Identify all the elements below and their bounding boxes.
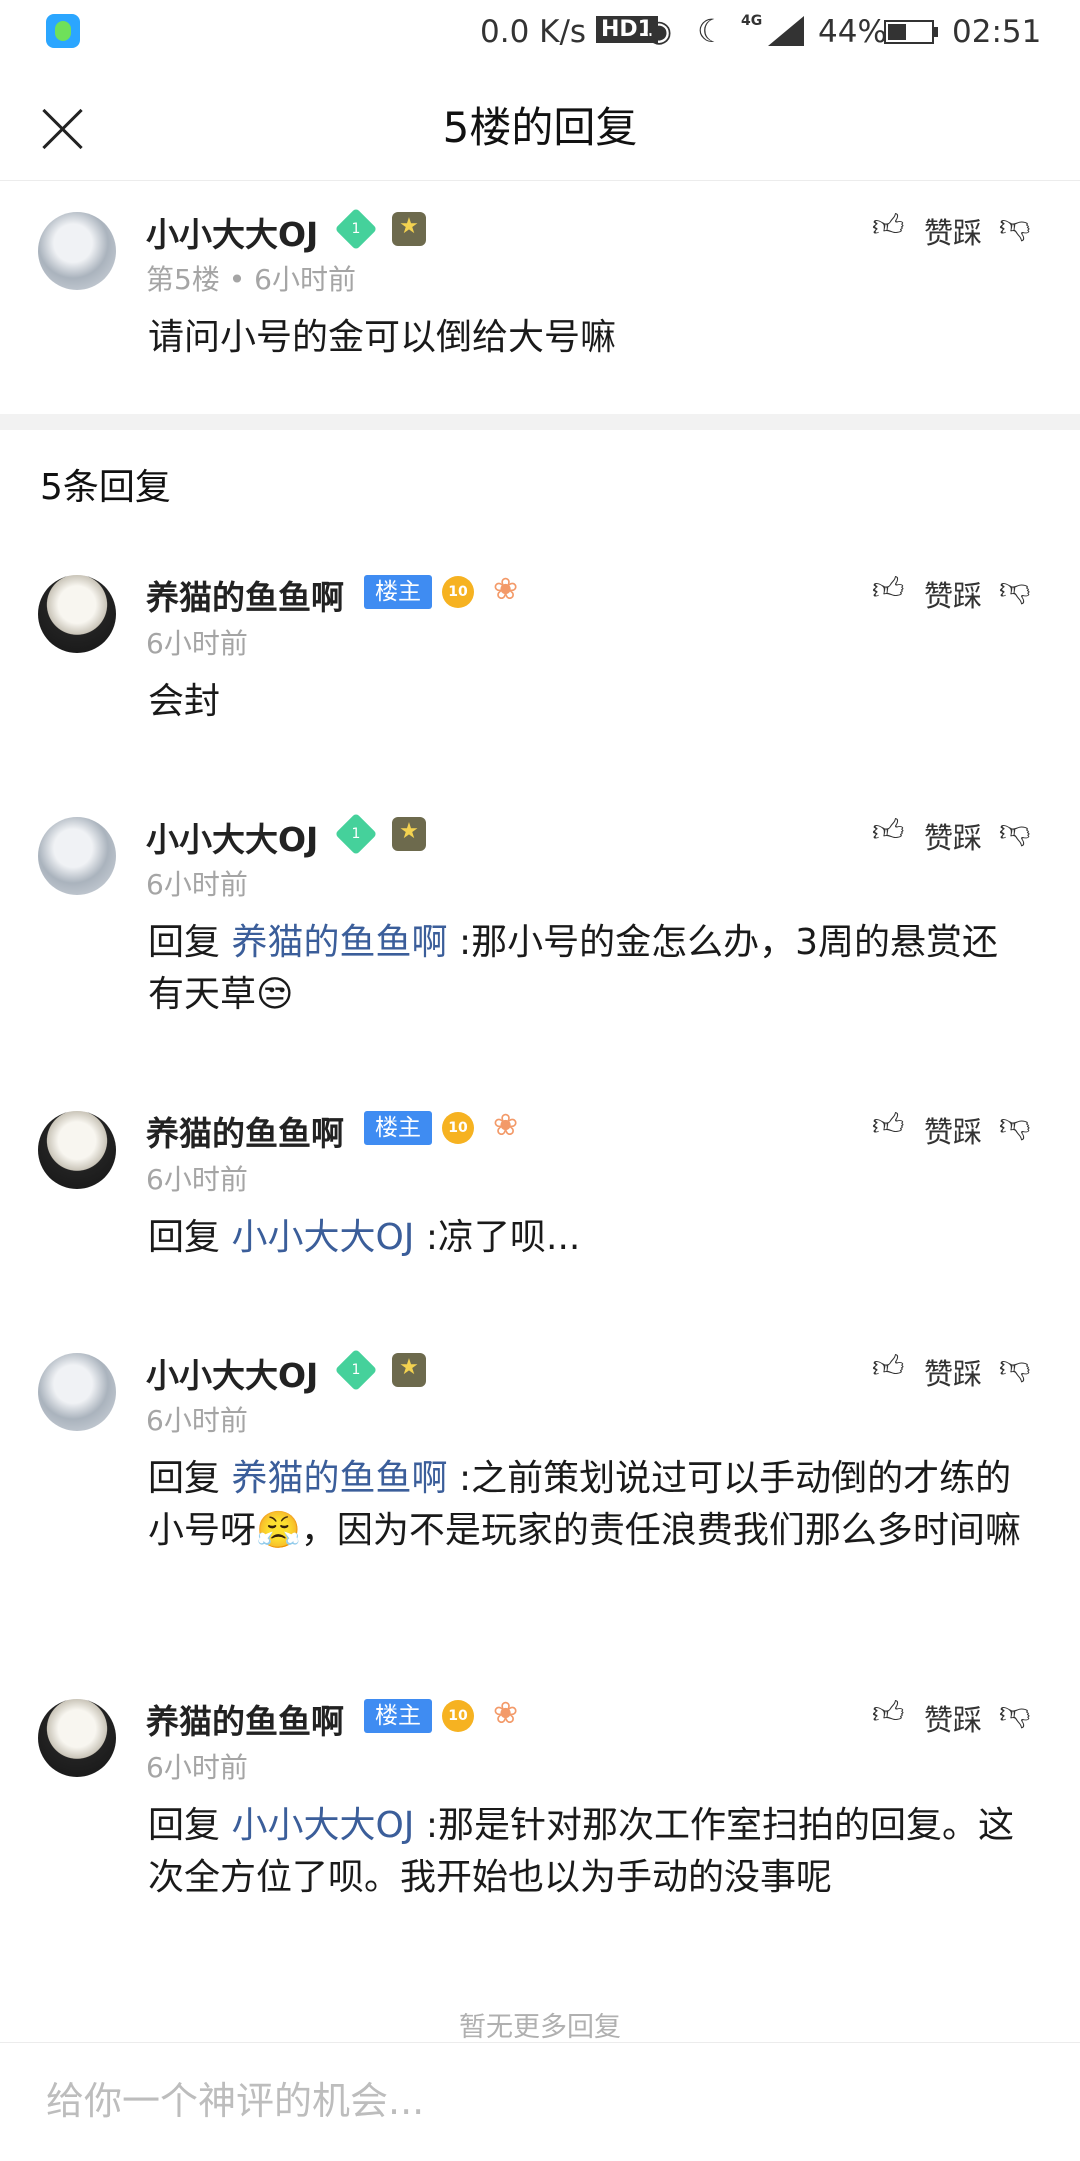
- owner-badge: 楼主: [364, 1111, 432, 1145]
- thumb-up-icon[interactable]: 👍︎: [872, 813, 904, 850]
- level-badge-icon: 10: [442, 1700, 474, 1732]
- avatar[interactable]: [38, 1353, 116, 1431]
- reply-content: 回复 养猫的鱼鱼啊 :之前策划说过可以手动倒的才练的小号呀😤，因为不是玩家的责任…: [148, 1458, 1021, 1551]
- level-badge-icon: 10: [442, 1112, 474, 1144]
- app-notification-icon: [46, 14, 80, 48]
- reply-time: 6小时前: [146, 1751, 248, 1784]
- battery-percent: 44%: [818, 14, 887, 50]
- no-more-replies: 暂无更多回复: [459, 2012, 621, 2043]
- level-gem-icon: 1: [334, 812, 378, 856]
- medal-icon: [392, 1353, 426, 1387]
- comment-bar: [0, 2042, 1080, 2161]
- network-type: 4G: [741, 13, 763, 29]
- dislike-label[interactable]: 踩: [953, 1109, 982, 1151]
- reply-content: 回复 养猫的鱼鱼啊 :那小号的金怎么办，3周的悬赏还有天草😒: [148, 922, 998, 1015]
- battery-fill: [888, 24, 906, 40]
- moon-icon: ☾: [697, 12, 726, 50]
- like-label[interactable]: 赞: [924, 1351, 953, 1393]
- owner-badge: 楼主: [364, 1699, 432, 1733]
- thumb-down-icon[interactable]: 👎︎: [999, 208, 1030, 245]
- like-label[interactable]: 赞: [924, 1697, 953, 1739]
- thumb-down-icon[interactable]: 👎︎: [999, 571, 1030, 608]
- reply-content: 回复 小小大大OJ :那是针对那次工作室扫拍的回复。这次全方位了呗。我开始也以为…: [148, 1805, 1015, 1898]
- top-bar: 5楼的回复: [0, 64, 1080, 181]
- username[interactable]: 养猫的鱼鱼啊: [146, 1695, 344, 1743]
- battery-tip: [934, 27, 938, 37]
- page-title: 5楼的回复: [442, 103, 638, 152]
- post-meta: 第5楼 • 6小时前: [146, 263, 356, 296]
- signal-icon: [768, 16, 804, 46]
- dislike-label[interactable]: 踩: [953, 815, 982, 857]
- clock: 02:51: [952, 14, 1042, 50]
- dislike-label[interactable]: 踩: [953, 1351, 982, 1393]
- avatar[interactable]: [38, 212, 116, 290]
- reply-time: 6小时前: [146, 1404, 248, 1437]
- thumb-down-icon[interactable]: 👎︎: [999, 1107, 1030, 1144]
- level-badge-icon: 10: [442, 576, 474, 608]
- thumb-down-icon[interactable]: 👎︎: [999, 1695, 1030, 1732]
- avatar[interactable]: [38, 575, 116, 653]
- owner-badge: 楼主: [364, 575, 432, 609]
- avatar[interactable]: [38, 1699, 116, 1777]
- lungs-icon: ❀: [493, 1108, 519, 1143]
- reply-to-link[interactable]: 小小大大OJ: [231, 1217, 414, 1258]
- thumb-up-icon[interactable]: 👍︎: [872, 571, 904, 608]
- reply-content: 回复 小小大大OJ :凉了呗...: [148, 1217, 581, 1258]
- avatar[interactable]: [38, 817, 116, 895]
- post-content: 请问小号的金可以倒给大号嘛: [148, 317, 617, 358]
- thumb-up-icon[interactable]: 👍︎: [872, 1107, 904, 1144]
- reply-time: 6小时前: [146, 627, 248, 660]
- reply-to-link[interactable]: 养猫的鱼鱼啊: [231, 922, 447, 963]
- status-bar: 0.0 K/s HD1 ◉ ☾ 4G 44% 02:51: [0, 0, 1080, 64]
- username[interactable]: 小小大大OJ: [146, 1349, 318, 1397]
- reply-time: 6小时前: [146, 868, 248, 901]
- comment-input[interactable]: [46, 2079, 1026, 2123]
- medal-icon: [392, 212, 426, 246]
- reply-to-link[interactable]: 养猫的鱼鱼啊: [231, 1458, 447, 1499]
- username[interactable]: 小小大大OJ: [146, 208, 318, 256]
- like-label[interactable]: 赞: [924, 210, 953, 252]
- dislike-label[interactable]: 踩: [953, 210, 982, 252]
- lungs-icon: ❀: [493, 1696, 519, 1731]
- username[interactable]: 养猫的鱼鱼啊: [146, 571, 344, 619]
- reply-time: 6小时前: [146, 1163, 248, 1196]
- level-gem-icon: 1: [334, 207, 378, 251]
- dislike-label[interactable]: 踩: [953, 1697, 982, 1739]
- battery-icon: [884, 20, 934, 44]
- username[interactable]: 养猫的鱼鱼啊: [146, 1107, 344, 1155]
- reply-content: 会封: [148, 681, 221, 722]
- thumb-up-icon[interactable]: 👍︎: [872, 208, 904, 245]
- like-label[interactable]: 赞: [924, 573, 953, 615]
- thumb-up-icon[interactable]: 👍︎: [872, 1349, 904, 1386]
- username[interactable]: 小小大大OJ: [146, 813, 318, 861]
- section-divider: [0, 414, 1080, 430]
- lungs-icon: ❀: [493, 572, 519, 607]
- network-speed: 0.0 K/s: [480, 14, 587, 50]
- dislike-label[interactable]: 踩: [953, 573, 982, 615]
- like-label[interactable]: 赞: [924, 1109, 953, 1151]
- medal-icon: [392, 817, 426, 851]
- hotspot-icon: ◉: [646, 14, 673, 49]
- thumb-down-icon[interactable]: 👎︎: [999, 1349, 1030, 1386]
- thumb-down-icon[interactable]: 👎︎: [999, 813, 1030, 850]
- reply-to-link[interactable]: 小小大大OJ: [231, 1805, 414, 1846]
- like-label[interactable]: 赞: [924, 815, 953, 857]
- thumb-up-icon[interactable]: 👍︎: [872, 1695, 904, 1732]
- level-gem-icon: 1: [334, 1348, 378, 1392]
- reply-count: 5条回复: [40, 467, 171, 508]
- avatar[interactable]: [38, 1111, 116, 1189]
